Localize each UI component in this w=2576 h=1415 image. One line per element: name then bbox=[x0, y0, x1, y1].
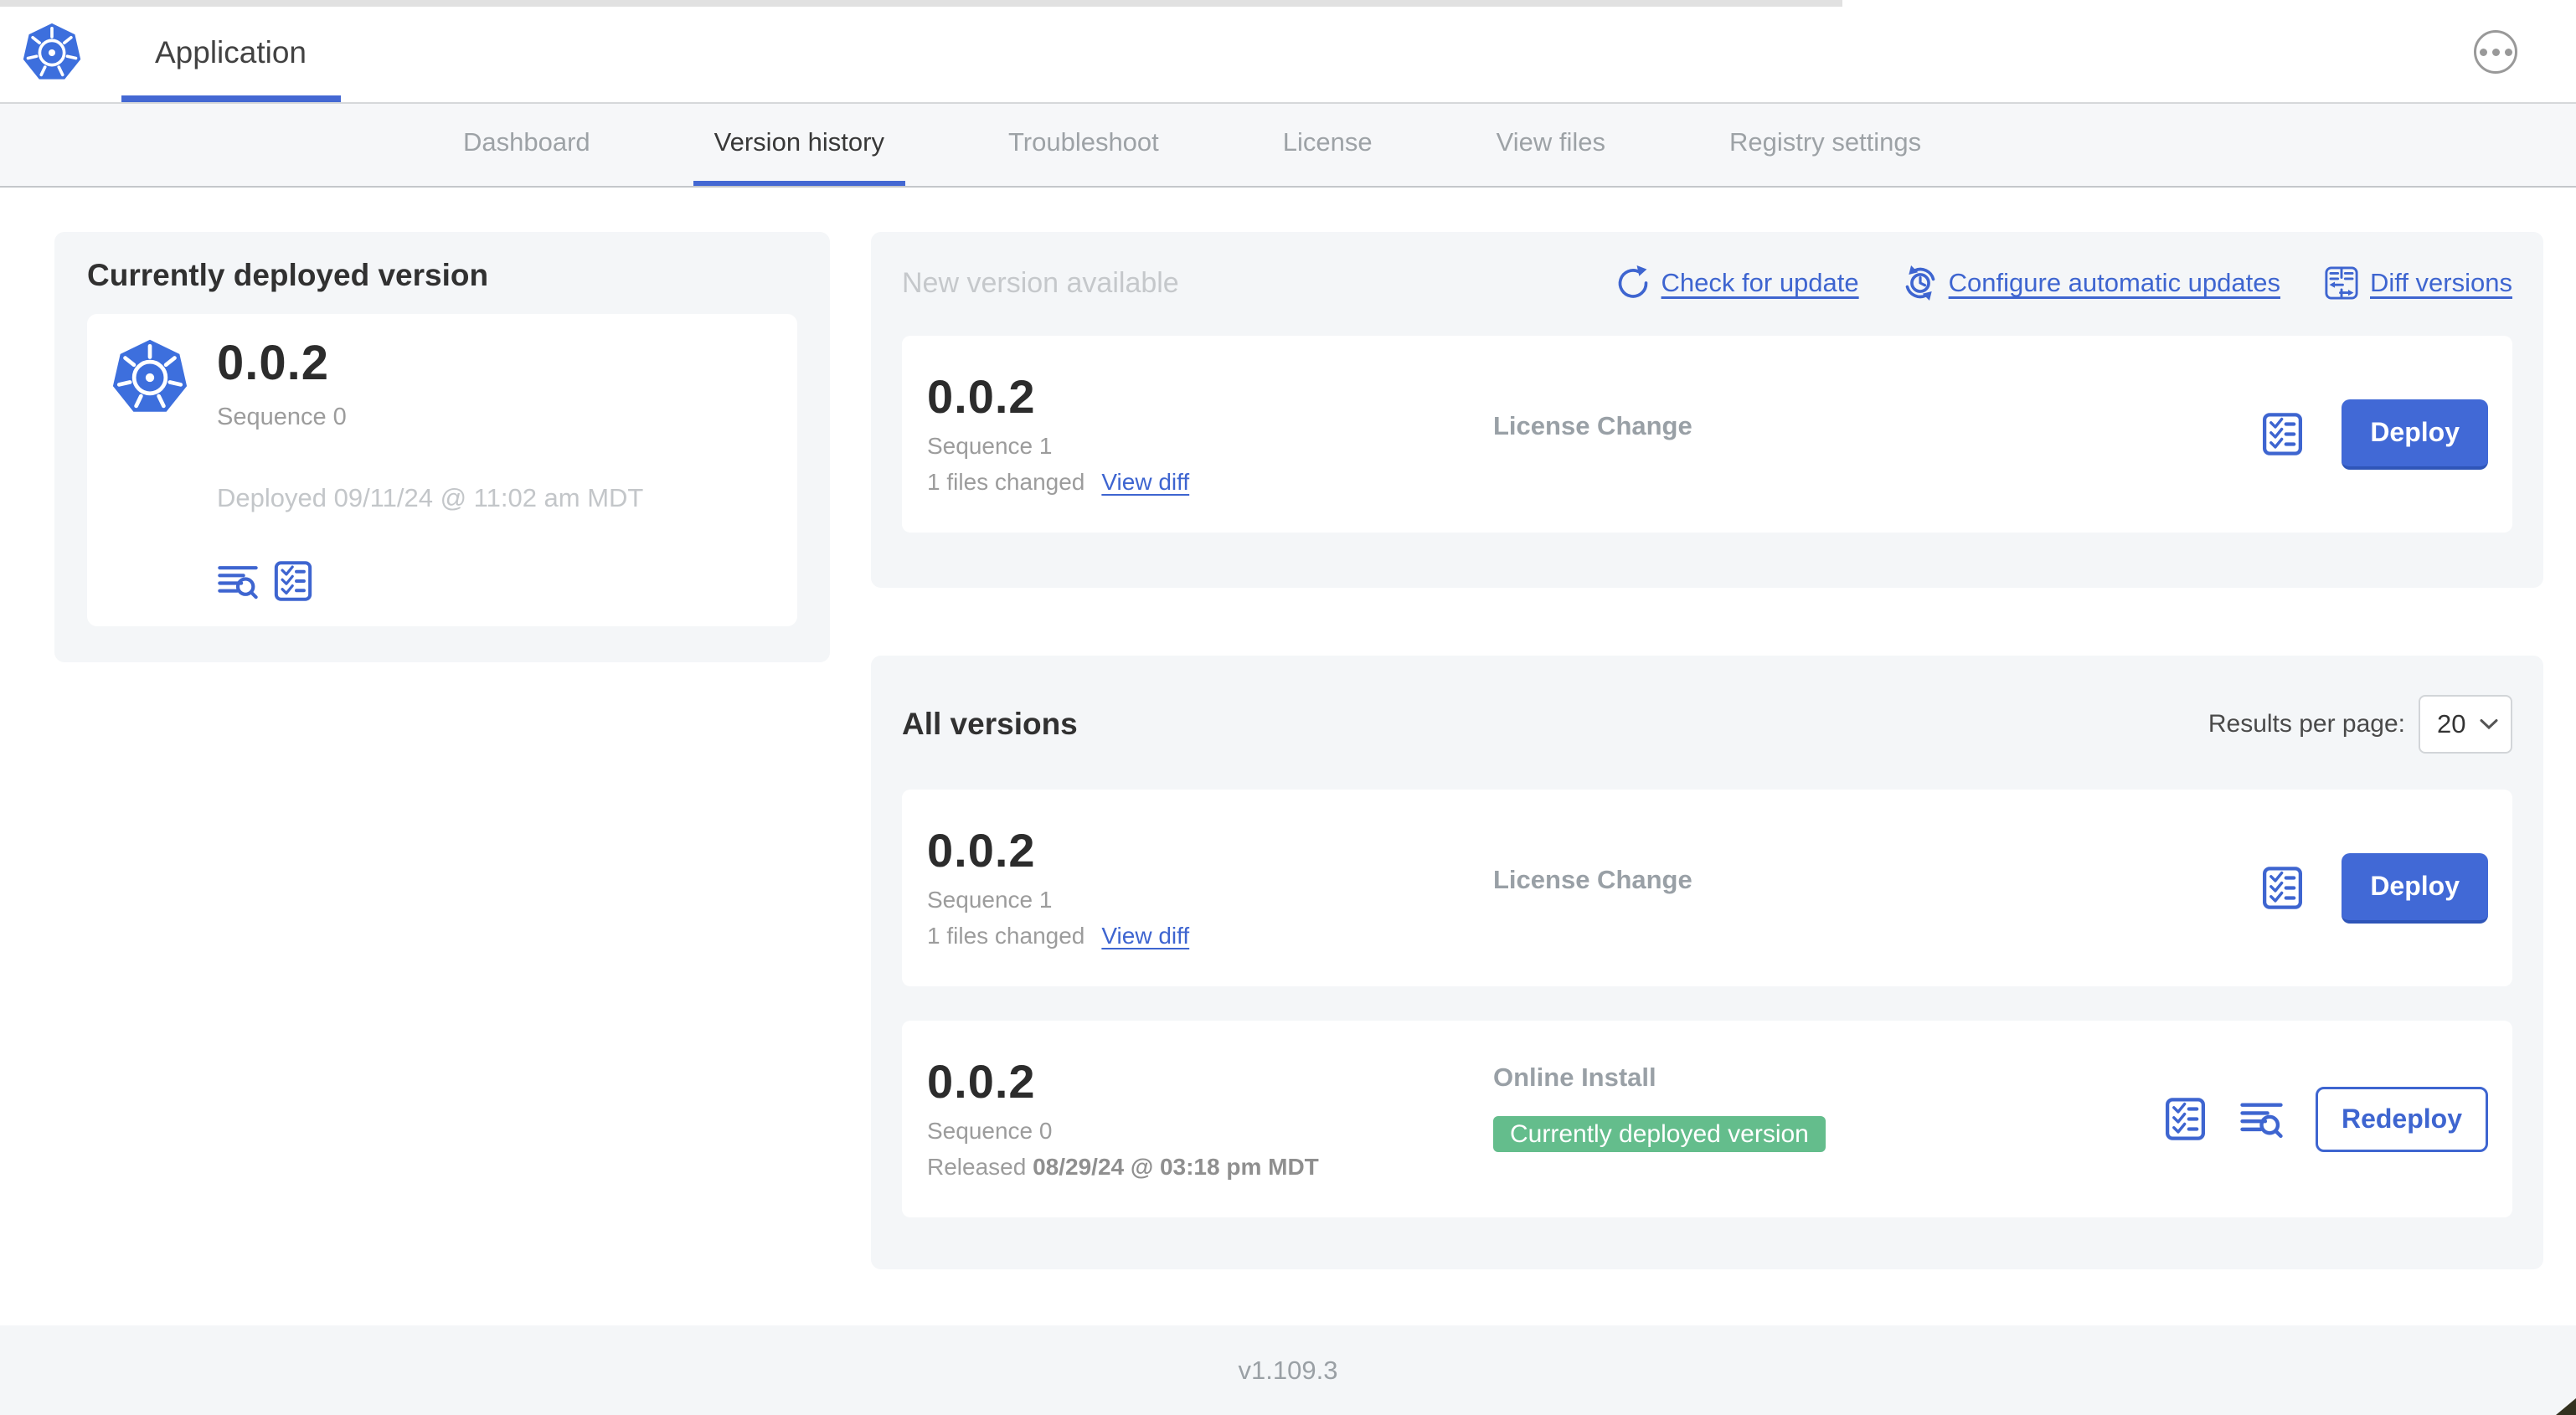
ellipsis-icon bbox=[2491, 48, 2500, 56]
results-per-page-label: Results per page: bbox=[2208, 710, 2405, 738]
tab-license[interactable]: License bbox=[1262, 104, 1394, 186]
files-changed-label: 1 files changed bbox=[927, 923, 1085, 949]
version-sequence: Sequence 0 bbox=[927, 1118, 1053, 1144]
app-footer: v1.109.3 bbox=[0, 1325, 2576, 1415]
preflight-checklist-icon[interactable] bbox=[2163, 1097, 2208, 1141]
preflight-checklist-icon[interactable] bbox=[272, 560, 314, 602]
all-versions-section: All versions Results per page: 20 0.0.2 … bbox=[871, 656, 2543, 1269]
auto-update-clock-icon bbox=[1905, 265, 1935, 301]
diff-versions-link[interactable]: Diff versions bbox=[2324, 265, 2512, 301]
version-history-main: New version available Check for update C… bbox=[871, 232, 2543, 1269]
window-edge-artifact bbox=[0, 0, 1842, 7]
deploy-button[interactable]: Deploy bbox=[2342, 399, 2488, 470]
currently-deployed-badge: Currently deployed version bbox=[1493, 1116, 1826, 1152]
version-row-sequence-0: 0.0.2 Sequence 0 Released 08/29/24 @ 03:… bbox=[902, 1021, 2512, 1217]
check-for-update-link[interactable]: Check for update bbox=[1615, 265, 1859, 301]
logs-icon[interactable] bbox=[2239, 1097, 2284, 1141]
files-changed-label: 1 files changed bbox=[927, 469, 1085, 495]
tab-troubleshoot[interactable]: Troubleshoot bbox=[987, 104, 1180, 186]
version-row-sequence-1: 0.0.2 Sequence 1 1 files changed View di… bbox=[902, 790, 2512, 986]
console-version: v1.109.3 bbox=[1238, 1355, 1338, 1385]
tab-registry-settings[interactable]: Registry settings bbox=[1708, 104, 1942, 186]
version-number: 0.0.2 bbox=[927, 1055, 1036, 1108]
new-version-row: 0.0.2 Sequence 1 1 files changed View di… bbox=[902, 336, 2512, 533]
tab-view-files[interactable]: View files bbox=[1476, 104, 1626, 186]
refresh-icon bbox=[1618, 265, 1647, 298]
preflight-checklist-icon[interactable] bbox=[2260, 412, 2305, 456]
deployed-timestamp: Deployed 09/11/24 @ 11:02 am MDT bbox=[217, 483, 644, 512]
kubernetes-logo-icon bbox=[112, 339, 188, 412]
ellipsis-icon bbox=[2504, 48, 2512, 56]
view-diff-link[interactable]: View diff bbox=[1101, 923, 1189, 949]
new-version-section: New version available Check for update C… bbox=[871, 232, 2543, 588]
view-diff-link[interactable]: View diff bbox=[1101, 469, 1189, 496]
currently-deployed-title: Currently deployed version bbox=[87, 258, 489, 292]
more-menu-button[interactable] bbox=[2474, 30, 2517, 74]
deployed-version-panel: 0.0.2 Sequence 0 Deployed 09/11/24 @ 11:… bbox=[87, 314, 797, 626]
diff-icon bbox=[2325, 266, 2358, 300]
ellipsis-icon bbox=[2479, 48, 2487, 56]
redeploy-button[interactable]: Redeploy bbox=[2315, 1086, 2488, 1152]
app-window: Application Dashboard Version history Tr… bbox=[0, 0, 2576, 1415]
new-version-title: New version available bbox=[902, 266, 1179, 299]
all-versions-title: All versions bbox=[902, 707, 1078, 741]
configure-automatic-updates-link[interactable]: Configure automatic updates bbox=[1903, 265, 2280, 301]
version-number: 0.0.2 bbox=[927, 370, 1036, 423]
chevron-down-icon bbox=[2480, 719, 2498, 730]
currently-deployed-card: Currently deployed version 0.0.2 Sequenc… bbox=[54, 232, 830, 662]
kubernetes-logo-icon bbox=[23, 23, 81, 80]
results-per-page-select[interactable]: 20 bbox=[2419, 695, 2512, 754]
preflight-checklist-icon[interactable] bbox=[2260, 866, 2305, 910]
released-timestamp: Released 08/29/24 @ 03:18 pm MDT bbox=[927, 1154, 1319, 1180]
deployed-version-number: 0.0.2 bbox=[217, 336, 329, 390]
nav-tab-bar: Dashboard Version history Troubleshoot L… bbox=[0, 104, 2576, 188]
version-sequence: Sequence 1 bbox=[927, 887, 1053, 913]
version-source-label: Online Install bbox=[1493, 1063, 1656, 1092]
version-source-label: License Change bbox=[1493, 865, 1692, 894]
logs-icon[interactable] bbox=[217, 560, 259, 602]
version-sequence: Sequence 1 bbox=[927, 433, 1053, 459]
version-number: 0.0.2 bbox=[927, 824, 1036, 877]
tab-version-history[interactable]: Version history bbox=[693, 104, 905, 186]
tab-dashboard[interactable]: Dashboard bbox=[442, 104, 611, 186]
deployed-sequence: Sequence 0 bbox=[217, 404, 347, 430]
app-header: Application bbox=[0, 0, 2576, 104]
version-source-label: License Change bbox=[1493, 411, 1692, 440]
page-title: Application bbox=[155, 35, 307, 69]
deploy-button[interactable]: Deploy bbox=[2342, 852, 2488, 924]
title-active-underline bbox=[121, 95, 341, 102]
